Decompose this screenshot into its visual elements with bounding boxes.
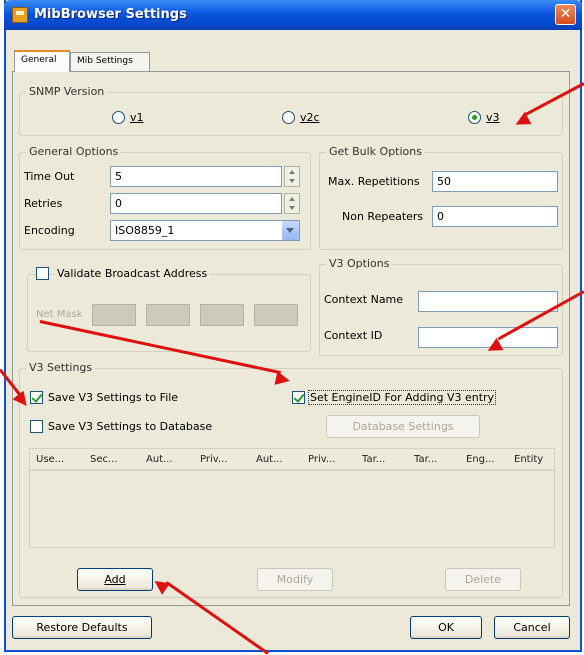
tab-general[interactable]: General	[14, 50, 70, 72]
v1-radio[interactable]	[112, 111, 125, 124]
snmp-version-legend: SNMP Version	[26, 85, 108, 98]
encoding-select[interactable]: ISO8859_1	[110, 220, 300, 241]
column-header[interactable]: Tar...	[414, 454, 437, 465]
get-bulk-group: Get Bulk Options Max. Repetitions 50 Non…	[319, 145, 563, 250]
column-header[interactable]: Aut...	[256, 454, 283, 465]
window-title: MibBrowser Settings	[34, 7, 187, 22]
close-button[interactable]: ✕	[555, 4, 576, 25]
max-repetitions-input[interactable]: 50	[432, 171, 558, 192]
v3-entries-table[interactable]: Use... Sec... Aut... Priv... Aut... Priv…	[29, 448, 555, 548]
non-repeaters-input[interactable]: 0	[432, 206, 558, 227]
save-to-database-label[interactable]: Save V3 Settings to Database	[48, 420, 212, 433]
broadcast-group: Validate Broadcast Address Net Mask	[27, 267, 311, 352]
general-options-legend: General Options	[26, 145, 122, 158]
netmask-label: Net Mask	[36, 309, 83, 320]
ok-button[interactable]: OK	[410, 616, 482, 639]
context-name-label: Context Name	[324, 293, 404, 306]
netmask-octet-4	[254, 304, 298, 326]
v3-label[interactable]: v3	[486, 111, 500, 124]
validate-broadcast-checkbox[interactable]	[36, 267, 49, 280]
column-header[interactable]: Sec...	[90, 454, 118, 465]
max-repetitions-label: Max. Repetitions	[328, 175, 420, 188]
save-to-file-checkbox[interactable]	[30, 391, 43, 404]
tab-mib-settings[interactable]: Mib Settings	[70, 52, 150, 72]
v2c-label[interactable]: v2c	[300, 111, 320, 124]
netmask-octet-3	[200, 304, 244, 326]
save-to-database-checkbox[interactable]	[30, 420, 43, 433]
v1-label[interactable]: v1	[130, 111, 144, 124]
app-icon	[12, 7, 28, 23]
retries-spinner[interactable]	[284, 193, 300, 214]
column-header[interactable]: Priv...	[200, 454, 227, 465]
column-header[interactable]: Aut...	[146, 454, 173, 465]
set-engineid-checkbox[interactable]	[292, 391, 305, 404]
v3-options-group: V3 Options Context Name Context ID	[319, 257, 563, 356]
time-out-label: Time Out	[24, 170, 75, 183]
add-button-label: Add	[104, 573, 126, 586]
encoding-value: ISO8859_1	[115, 224, 175, 237]
database-settings-button[interactable]: Database Settings	[326, 415, 480, 438]
retries-input[interactable]: 0	[110, 193, 282, 214]
v3-radio[interactable]	[468, 111, 481, 124]
v2c-radio[interactable]	[282, 111, 295, 124]
column-header[interactable]: Eng...	[466, 454, 495, 465]
save-to-file-label[interactable]: Save V3 Settings to File	[48, 391, 178, 404]
cancel-button[interactable]: Cancel	[494, 616, 570, 639]
retries-label: Retries	[24, 197, 63, 210]
restore-defaults-button[interactable]: Restore Defaults	[12, 616, 152, 639]
column-header[interactable]: Use...	[36, 454, 64, 465]
snmp-version-group: SNMP Version v1 v2c v3	[19, 85, 563, 136]
v3-options-legend: V3 Options	[326, 257, 393, 270]
set-engineid-label[interactable]: Set EngineID For Adding V3 entry	[308, 390, 497, 405]
non-repeaters-label: Non Repeaters	[342, 210, 424, 223]
title-bar[interactable]: MibBrowser Settings ✕	[4, 0, 582, 30]
v3-settings-legend: V3 Settings	[26, 361, 96, 374]
general-options-group: General Options Time Out 5 Retries 0 Enc…	[19, 145, 311, 250]
annotation-arrow-head-engineid	[274, 371, 292, 388]
column-header[interactable]: Entity	[514, 454, 543, 465]
netmask-octet-1	[92, 304, 136, 326]
table-header: Use... Sec... Aut... Priv... Aut... Priv…	[30, 449, 554, 471]
column-header[interactable]: Tar...	[362, 454, 385, 465]
column-header[interactable]: Priv...	[308, 454, 335, 465]
validate-broadcast-label[interactable]: Validate Broadcast Address	[54, 267, 211, 280]
context-name-input[interactable]	[418, 291, 558, 312]
delete-button[interactable]: Delete	[445, 568, 521, 591]
tab-panel-general: SNMP Version v1 v2c v3 General Options T…	[12, 71, 570, 606]
chevron-down-icon[interactable]	[282, 221, 299, 240]
netmask-octet-2	[146, 304, 190, 326]
encoding-label: Encoding	[24, 224, 75, 237]
modify-button[interactable]: Modify	[257, 568, 333, 591]
time-out-spinner[interactable]	[284, 166, 300, 187]
time-out-input[interactable]: 5	[110, 166, 282, 187]
get-bulk-legend: Get Bulk Options	[326, 145, 425, 158]
context-id-label: Context ID	[324, 329, 383, 342]
add-button[interactable]: Add	[77, 568, 153, 591]
